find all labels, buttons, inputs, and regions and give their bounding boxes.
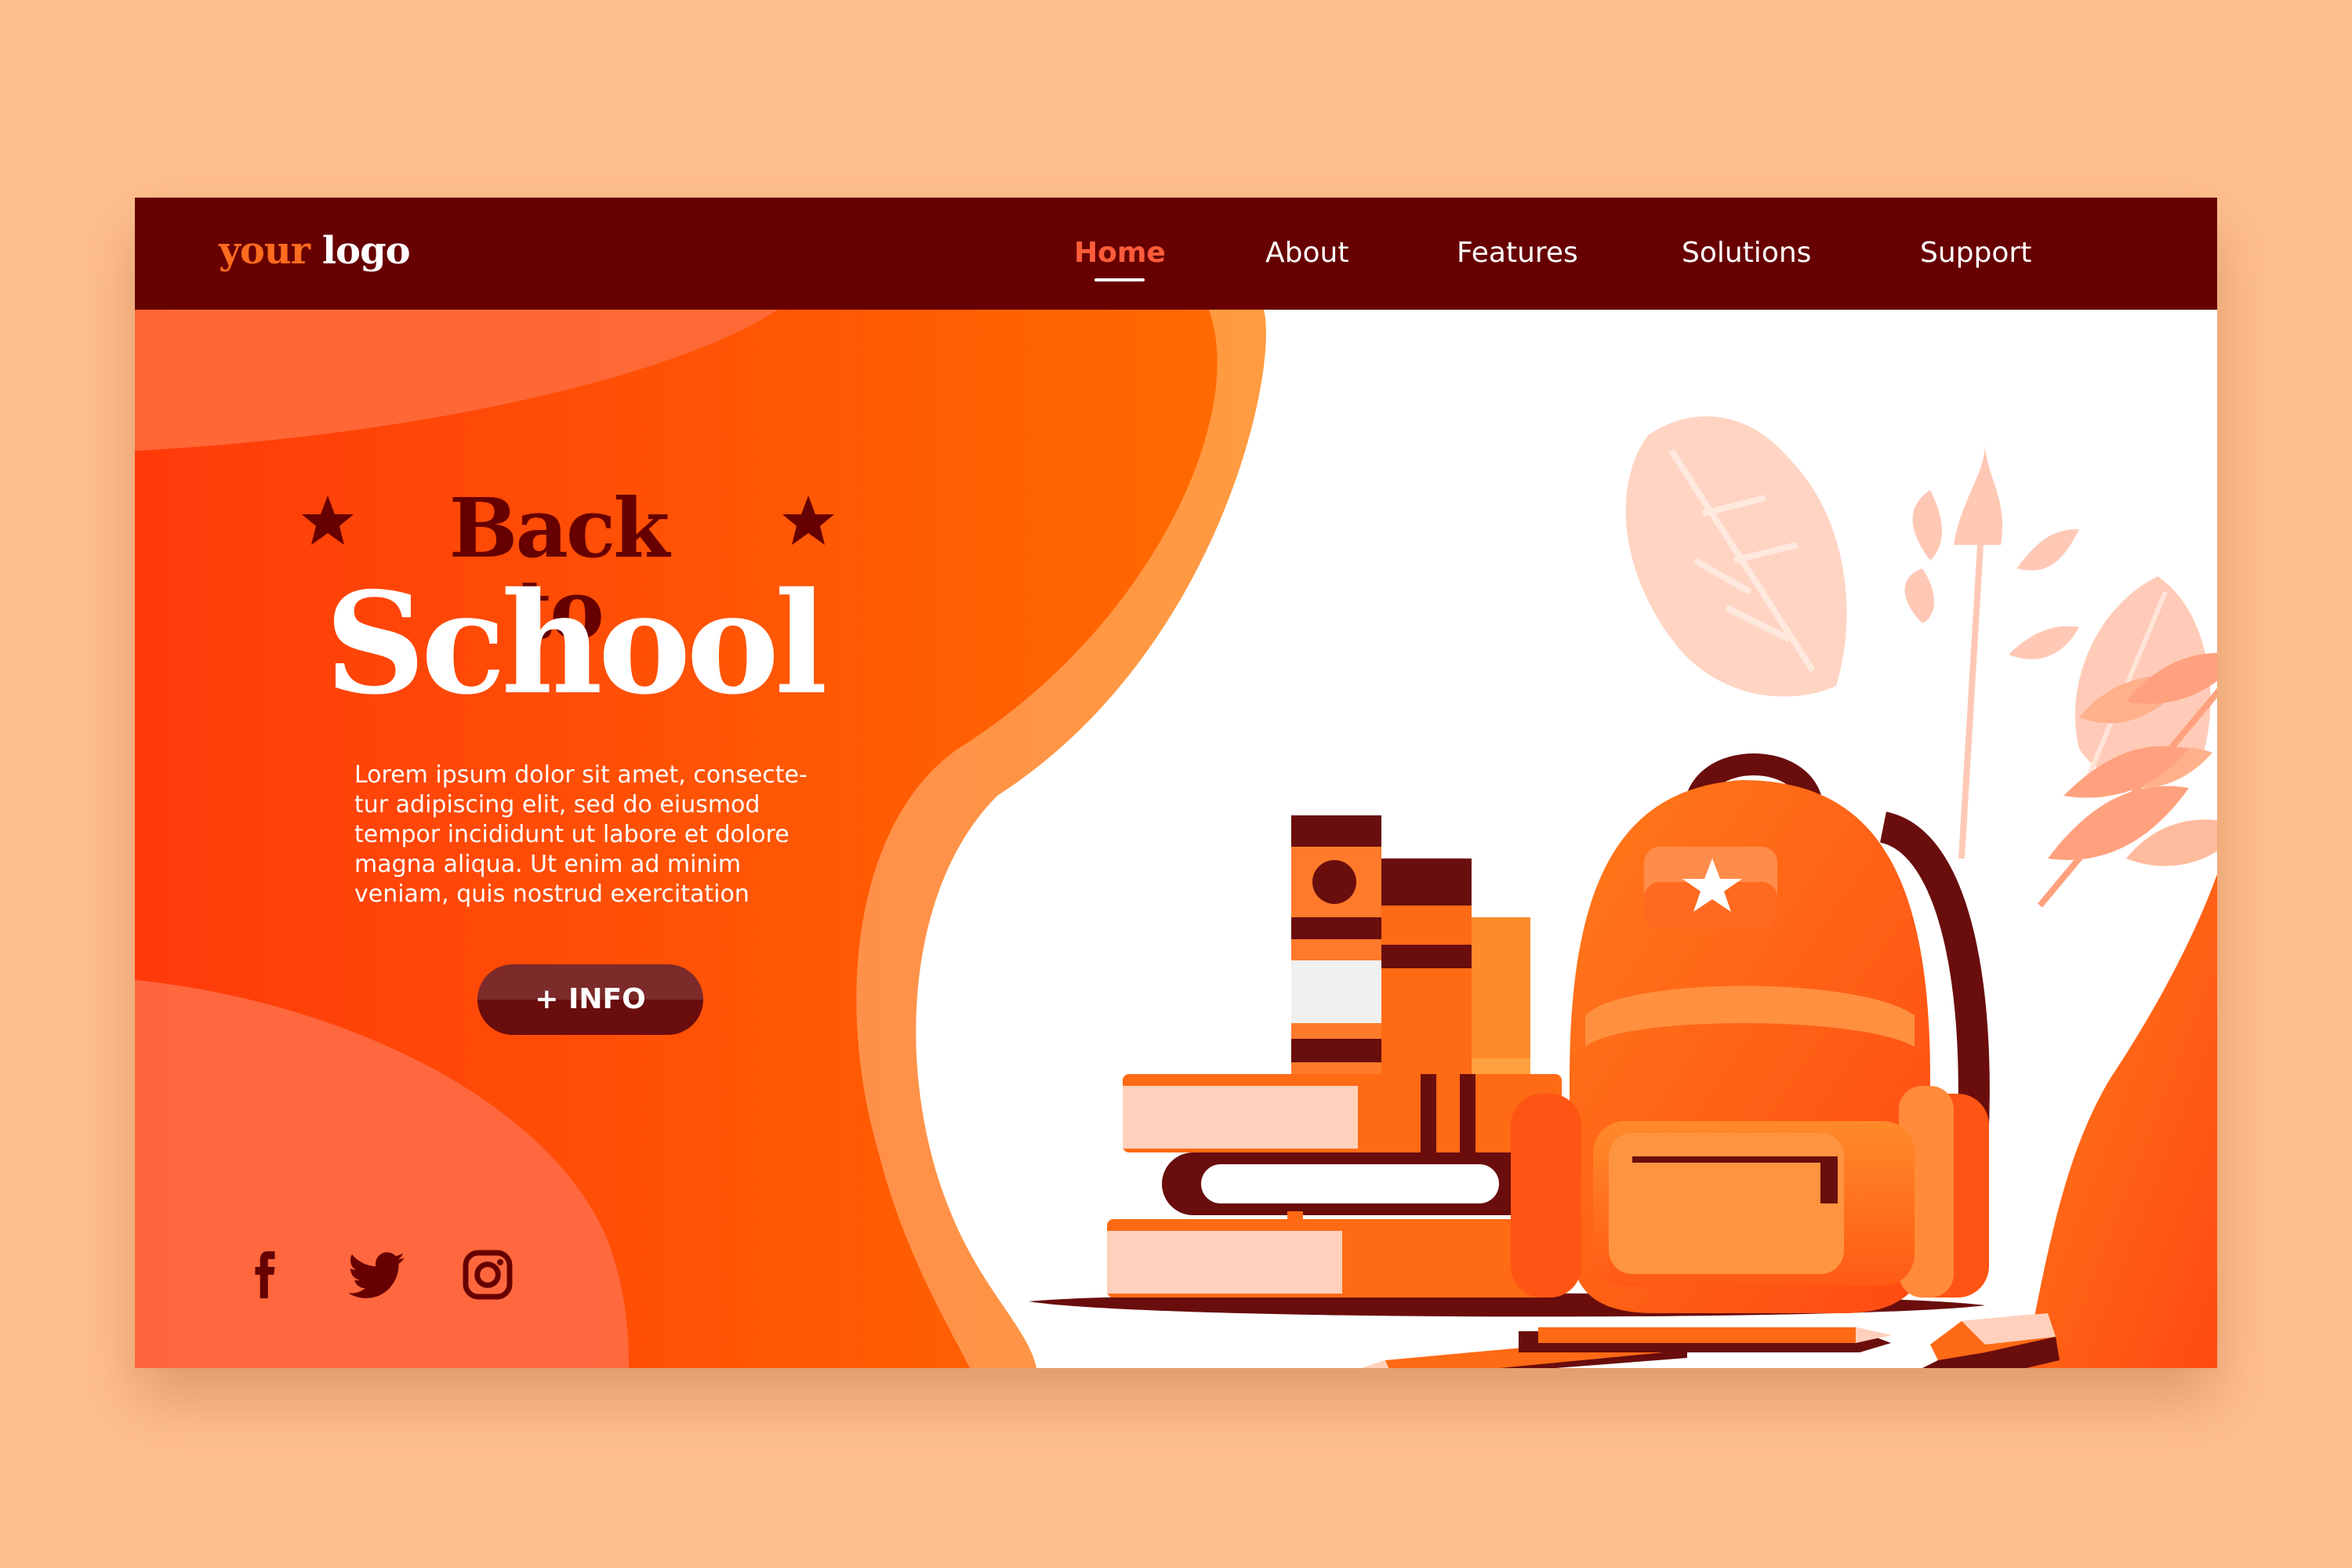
nav-about[interactable]: About (1265, 237, 1348, 269)
star-left-icon (302, 495, 354, 545)
backpack (1511, 753, 1990, 1313)
nav-home[interactable]: Home (1074, 237, 1166, 269)
hero-title-line2: School (325, 561, 827, 725)
nav-active-indicator (1094, 278, 1145, 281)
brand-logo[interactable]: your logo (219, 229, 411, 273)
logo-text-your: your (219, 229, 310, 273)
nav-solutions[interactable]: Solutions (1682, 237, 1811, 269)
landing-page: your logo Home About Features Solutions … (135, 198, 2217, 1368)
more-info-label: + INFO (535, 983, 646, 1015)
instagram-icon[interactable] (463, 1250, 513, 1300)
right-orange-blob (2024, 874, 2217, 1368)
hero-description-line: magna aliqua. Ut enim ad minim (354, 851, 742, 878)
more-info-button[interactable]: + INFO (477, 964, 703, 1035)
star-right-icon (782, 495, 834, 545)
nav-support[interactable]: Support (1920, 237, 2031, 269)
hero-description: Lorem ipsum dolor sit amet, consecte- tu… (354, 760, 825, 909)
facebook-icon[interactable] (241, 1248, 289, 1301)
hero-description-line: tempor incididunt ut labore et dolore (354, 821, 789, 848)
upright-books (1291, 815, 1530, 1074)
hero-description-line: Lorem ipsum dolor sit amet, consecte- (354, 761, 808, 789)
logo-text-logo: logo (321, 229, 411, 273)
stacked-books (1107, 1074, 1570, 1298)
hero-description-line: veniam, quis nostrud exercitation (354, 880, 750, 908)
nav-features[interactable]: Features (1457, 237, 1578, 269)
hero-description-line: tur adipiscing elit, sed do eiusmod (354, 791, 760, 818)
twitter-icon[interactable] (348, 1251, 405, 1300)
top-navbar: your logo Home About Features Solutions … (135, 198, 2217, 310)
